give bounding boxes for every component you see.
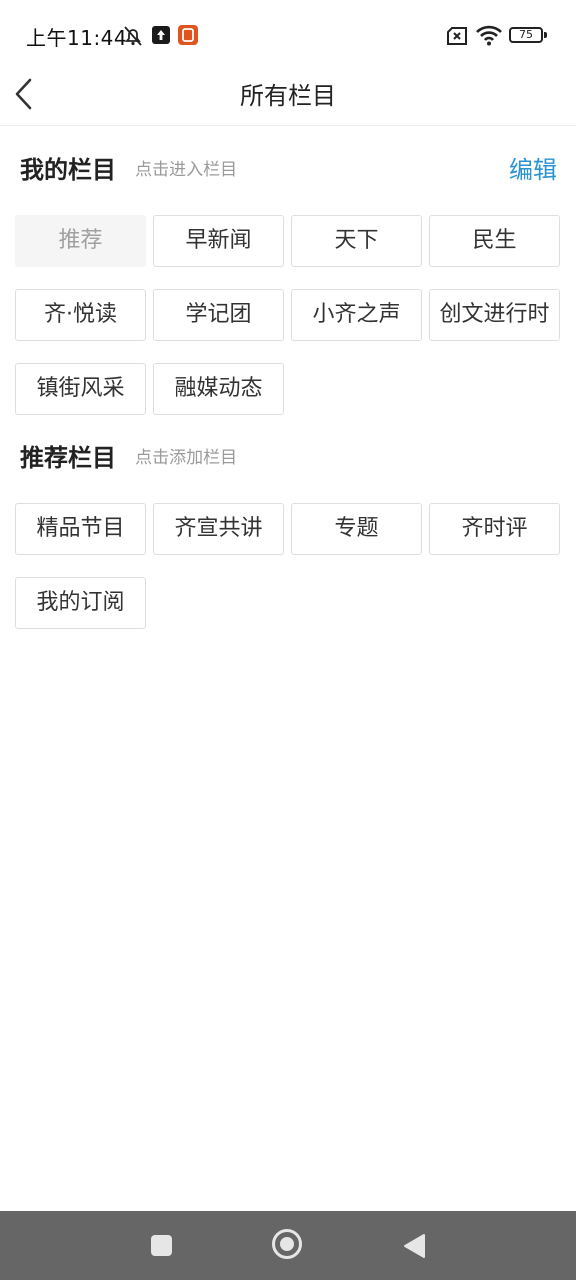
channel-chip[interactable]: 齐·悦读 [15, 289, 146, 341]
recommended-channels-hint: 点击添加栏目 [135, 448, 238, 468]
channel-chip[interactable]: 镇街风采 [15, 363, 146, 415]
system-nav-bar [0, 1211, 576, 1280]
notifications-muted-icon [124, 26, 142, 46]
no-sim-icon [447, 27, 467, 45]
recommended-chip[interactable]: 齐宣共讲 [153, 503, 284, 555]
app-notification-icon [178, 25, 198, 45]
recommended-chip[interactable]: 专题 [291, 503, 422, 555]
my-channels-title: 我的栏目 [20, 156, 116, 184]
battery-icon: 75 [509, 27, 547, 43]
channel-chip[interactable]: 小齐之声 [291, 289, 422, 341]
my-channels-header: 我的栏目 点击进入栏目 编辑 [20, 150, 560, 190]
all-channels-screen: 上午11:44 75 所有栏目 我的栏目 点击进入栏目 编辑 推荐 早新闻 天下… [0, 0, 576, 1280]
page-title: 所有栏目 [240, 82, 336, 110]
recommended-chip[interactable]: 我的订阅 [15, 577, 146, 629]
channel-chip[interactable]: 融媒动态 [153, 363, 284, 415]
channel-chip[interactable]: 学记团 [153, 289, 284, 341]
my-channels-hint: 点击进入栏目 [135, 160, 238, 180]
recommended-channels-header: 推荐栏目 点击添加栏目 [20, 438, 560, 478]
upload-notification-icon [152, 26, 170, 44]
status-bar: 上午11:44 75 [0, 0, 576, 70]
channel-chip[interactable]: 天下 [291, 215, 422, 267]
home-icon[interactable] [272, 1229, 302, 1259]
recommended-channels-title: 推荐栏目 [20, 444, 116, 472]
app-header: 所有栏目 [0, 70, 576, 126]
back-triangle-icon[interactable] [402, 1233, 426, 1259]
wifi-icon [476, 25, 502, 46]
channel-chip-recommend[interactable]: 推荐 [15, 215, 146, 267]
recommended-chip[interactable]: 精品节目 [15, 503, 146, 555]
recent-apps-icon[interactable] [151, 1235, 172, 1256]
edit-button[interactable]: 编辑 [509, 150, 557, 185]
channel-chip[interactable]: 创文进行时 [429, 289, 560, 341]
channel-chip[interactable]: 民生 [429, 215, 560, 267]
recommended-chip[interactable]: 齐时评 [429, 503, 560, 555]
channel-chip[interactable]: 早新闻 [153, 215, 284, 267]
status-time: 上午11:44 [26, 26, 128, 50]
